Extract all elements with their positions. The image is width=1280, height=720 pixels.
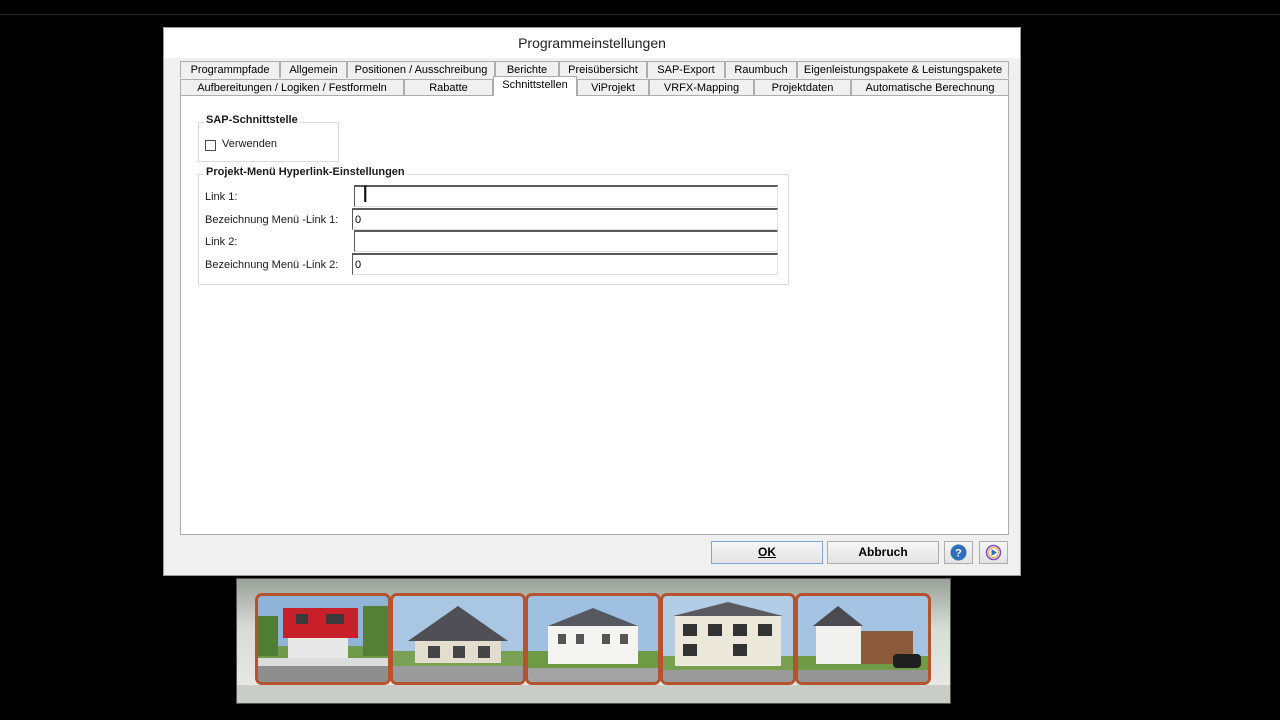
ok-button[interactable]: OK <box>711 541 823 564</box>
house-gallery-strip <box>236 578 951 704</box>
use-sap-checkbox[interactable] <box>205 140 216 151</box>
gallery-footer <box>237 685 950 703</box>
tab-automatische-berechnung[interactable]: Automatische Berechnung <box>851 79 1009 96</box>
tab-viprojekt[interactable]: ViProjekt <box>577 79 649 96</box>
help-button[interactable]: ? <box>944 541 973 564</box>
tab-panel-schnittstellen: SAP-Schnittstelle Verwenden Projekt-Menü… <box>180 95 1009 535</box>
menu-link1-label: Bezeichnung Menü -Link 1: <box>205 214 339 226</box>
use-sap-checkbox-label[interactable]: Verwenden <box>222 138 277 150</box>
house-thumbnail-1[interactable] <box>255 593 391 685</box>
link2-label: Link 2: <box>205 236 238 248</box>
tab-eigenleistungspakete[interactable]: Eigenleistungspakete & Leistungspakete <box>797 61 1009 78</box>
menu-link1-input[interactable] <box>352 208 778 230</box>
svg-text:?: ? <box>955 548 962 560</box>
tab-programmpfade[interactable]: Programmpfade <box>180 61 280 78</box>
tab-positionen-ausschreibung[interactable]: Positionen / Ausschreibung <box>347 61 495 78</box>
tab-sap-export[interactable]: SAP-Export <box>647 61 725 78</box>
menu-link2-label: Bezeichnung Menü -Link 2: <box>205 259 339 271</box>
screen-top-divider <box>0 14 1280 15</box>
help-icon: ? <box>950 544 967 561</box>
cancel-button[interactable]: Abbruch <box>827 541 939 564</box>
house-thumbnail-5[interactable] <box>795 593 931 685</box>
settings-dialog: Programmeinstellungen Programmpfade Allg… <box>163 27 1021 576</box>
sap-group: SAP-Schnittstelle Verwenden <box>198 114 339 162</box>
tab-aufbereitungen[interactable]: Aufbereitungen / Logiken / Festformeln <box>180 79 404 96</box>
tab-rabatte[interactable]: Rabatte <box>404 79 493 96</box>
hyperlink-group-title: Projekt-Menü Hyperlink-Einstellungen <box>204 166 407 178</box>
dialog-title: Programmeinstellungen <box>164 28 1020 58</box>
sap-group-title: SAP-Schnittstelle <box>204 114 300 126</box>
tab-projektdaten[interactable]: Projektdaten <box>754 79 851 96</box>
link1-label: Link 1: <box>205 191 238 203</box>
house-thumbnail-2[interactable] <box>390 593 526 685</box>
tab-schnittstellen[interactable]: Schnittstellen <box>493 76 577 96</box>
text-cursor-icon: Ⅰ <box>362 183 369 208</box>
media-button[interactable] <box>979 541 1008 564</box>
hyperlink-group: Projekt-Menü Hyperlink-Einstellungen Lin… <box>198 166 789 285</box>
tab-allgemein[interactable]: Allgemein <box>280 61 347 78</box>
tab-vrfx-mapping[interactable]: VRFX-Mapping <box>649 79 754 96</box>
menu-link2-input[interactable] <box>352 253 778 275</box>
house-thumbnail-4[interactable] <box>660 593 796 685</box>
cancel-button-label: Abbruch <box>858 545 908 559</box>
ok-button-label: OK <box>758 545 776 559</box>
tab-raumbuch[interactable]: Raumbuch <box>725 61 797 78</box>
link2-input[interactable] <box>354 230 778 252</box>
house-thumbnail-3[interactable] <box>525 593 661 685</box>
play-icon <box>985 544 1002 561</box>
link1-input[interactable] <box>354 185 778 207</box>
